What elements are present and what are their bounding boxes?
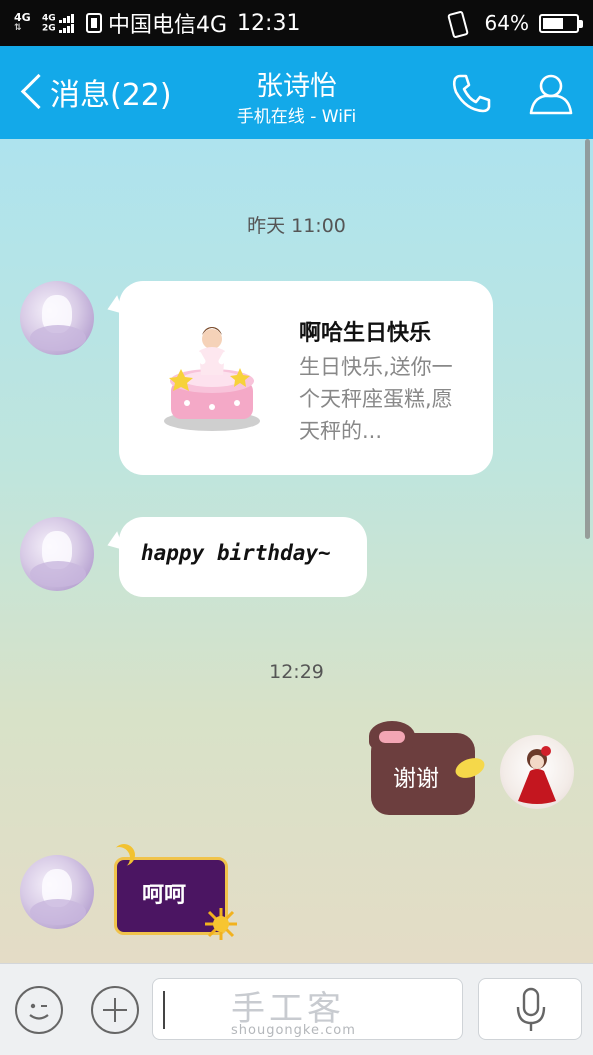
scrollbar[interactable] bbox=[585, 139, 590, 539]
birthday-cake-image bbox=[164, 327, 260, 431]
red-dress-girl-icon bbox=[518, 746, 556, 804]
data-arrows-icon: ⇅ bbox=[14, 23, 22, 33]
text-message-bubble[interactable]: happy birthday~ bbox=[119, 517, 367, 597]
profile-icon[interactable] bbox=[527, 70, 575, 116]
moon-icon bbox=[108, 847, 130, 869]
carrier-info: 中国电信4G 12:31 bbox=[86, 7, 441, 39]
network-label-2b: 2G bbox=[42, 23, 56, 34]
voice-button[interactable] bbox=[478, 978, 582, 1040]
message-text: happy birthday~ bbox=[141, 541, 331, 565]
sim-card-icon bbox=[86, 13, 102, 33]
sun-icon bbox=[205, 908, 237, 940]
signal-bars-icon bbox=[58, 23, 75, 33]
carrier-name: 中国电信4G bbox=[108, 13, 228, 38]
emoji-button[interactable] bbox=[15, 986, 63, 1034]
sent-sticker-bubble[interactable]: 谢谢 bbox=[369, 721, 489, 817]
smiley-icon bbox=[29, 1003, 49, 1020]
card-description: 生日快乐,送你一个天秤座蛋糕,愿天秤的... bbox=[299, 355, 453, 443]
more-button[interactable] bbox=[91, 986, 139, 1034]
vibrate-icon bbox=[441, 11, 471, 35]
microphone-icon bbox=[516, 987, 546, 1031]
contact-status: 手机在线 - WiFi bbox=[236, 107, 357, 127]
network-indicator-1: 4G ⇅ bbox=[14, 12, 42, 34]
network-label-2a: 4G bbox=[42, 13, 56, 23]
signal-bars-icon bbox=[58, 13, 75, 23]
received-sticker-bubble[interactable]: 呵呵 bbox=[112, 851, 242, 951]
network-indicator-2: 4G 2G bbox=[42, 13, 86, 34]
clock-time: 12:31 bbox=[237, 10, 301, 36]
message-text: 呵呵 bbox=[142, 883, 187, 908]
contact-name: 张诗怡 bbox=[256, 71, 337, 102]
phone-icon[interactable] bbox=[448, 70, 494, 116]
battery-percent: 64% bbox=[484, 11, 529, 35]
chat-area[interactable]: 昨天 11:00 啊哈生日快乐 生日快乐,送你一个天秤座蛋糕,愿天秤的... h… bbox=[0, 139, 593, 963]
contact-avatar[interactable] bbox=[20, 281, 94, 355]
pig-nose-icon bbox=[379, 731, 405, 743]
gift-card-message[interactable]: 啊哈生日快乐 生日快乐,送你一个天秤座蛋糕,愿天秤的... bbox=[119, 281, 493, 475]
battery-icon bbox=[539, 13, 583, 33]
contact-avatar[interactable] bbox=[20, 517, 94, 591]
card-title: 啊哈生日快乐 bbox=[299, 321, 432, 346]
timestamp: 昨天 11:00 bbox=[247, 215, 346, 237]
contact-avatar[interactable] bbox=[20, 855, 94, 929]
pig-head-icon bbox=[369, 721, 415, 751]
message-text: 谢谢 bbox=[393, 766, 439, 792]
chat-header: 消息(22) 张诗怡 手机在线 - WiFi bbox=[0, 46, 593, 139]
input-bar: 手工客 shougongke.com bbox=[0, 963, 593, 1055]
my-avatar[interactable] bbox=[500, 735, 574, 809]
timestamp: 12:29 bbox=[269, 661, 324, 683]
network-label-1: 4G bbox=[14, 11, 31, 24]
status-bar: 4G ⇅ 4G 2G 中国电信4G 12:31 64% bbox=[0, 0, 593, 46]
battery-fill bbox=[543, 17, 564, 29]
message-input[interactable] bbox=[163, 987, 453, 1031]
message-input-field[interactable]: 手工客 shougongke.com bbox=[152, 978, 463, 1040]
